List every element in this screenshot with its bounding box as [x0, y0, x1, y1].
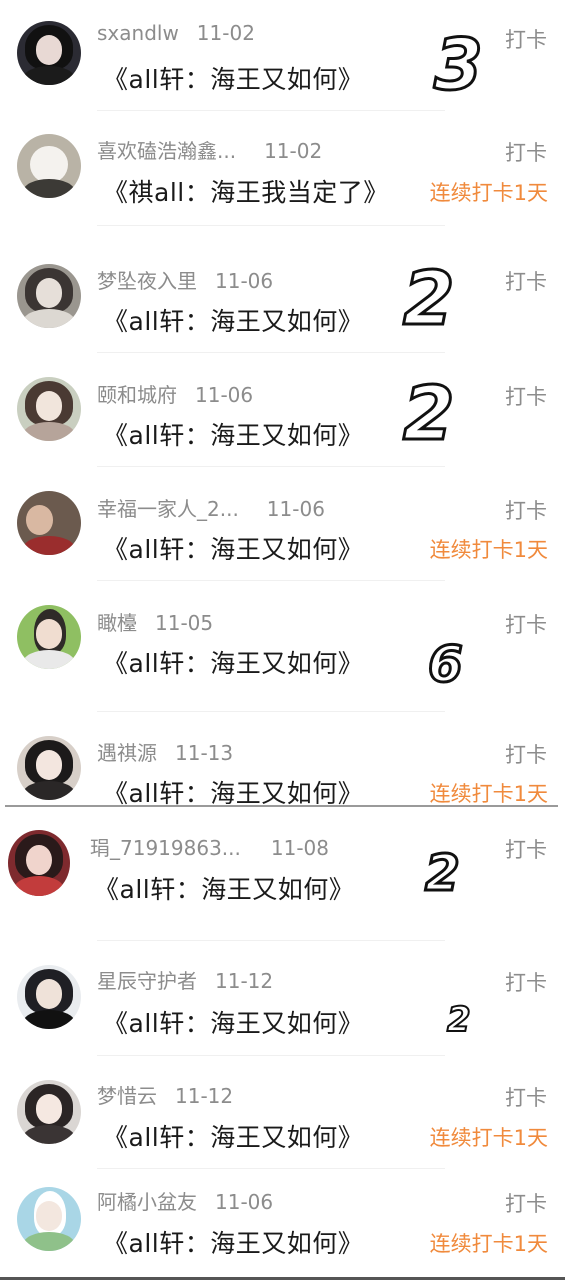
checkin-label[interactable]: 打卡 — [505, 24, 547, 54]
checkin-label[interactable]: 打卡 — [505, 967, 547, 997]
list-item[interactable]: 阿橘小盆友 11-06 《all轩：海王又如何》 打卡 连续打卡1天 — [0, 1170, 565, 1277]
book-title[interactable]: 《all轩：海王又如何》 — [103, 416, 363, 452]
avatar[interactable] — [17, 605, 81, 669]
list-item[interactable]: 星辰守护者 11-12 《all轩：海王又如何》 打卡 2 — [0, 943, 565, 1058]
list-item[interactable]: sxandlw 11-02 《all轩：海王又如何》 打卡 3 — [0, 0, 565, 113]
book-title[interactable]: 《all轩：海王又如何》 — [103, 1004, 363, 1040]
count-sticker: 2 — [402, 256, 456, 342]
section-divider — [5, 805, 558, 807]
row-divider — [97, 940, 445, 941]
list-item[interactable]: 幸福一家人_2... 11-06 《all轩：海王又如何》 打卡 连续打卡1天 — [0, 469, 565, 583]
avatar[interactable] — [17, 736, 81, 800]
avatar[interactable] — [17, 491, 81, 555]
list-item[interactable]: 梦坠夜入里 11-06 《all轩：海王又如何》 打卡 2 — [0, 240, 565, 355]
post-date: 11-02 — [196, 21, 255, 45]
row-divider — [97, 1168, 445, 1169]
list-item[interactable]: 瞰檯 11-05 《all轩：海王又如何》 打卡 6 — [0, 583, 565, 713]
post-date: 11-06 — [215, 1190, 274, 1214]
book-title[interactable]: 《all轩：海王又如何》 — [103, 644, 363, 680]
checkin-label[interactable]: 打卡 — [505, 137, 547, 167]
username: 琄_71919863... — [90, 836, 241, 860]
streak-badge: 连续打卡1天 — [429, 782, 548, 806]
avatar[interactable] — [17, 965, 81, 1029]
checkin-label[interactable]: 打卡 — [505, 739, 547, 769]
checkin-label[interactable]: 打卡 — [505, 1188, 547, 1218]
checkin-label[interactable]: 打卡 — [505, 495, 547, 525]
checkin-label[interactable]: 打卡 — [505, 834, 547, 864]
row-divider — [97, 580, 445, 581]
post-date: 11-06 — [215, 269, 274, 293]
post-date: 11-06 — [266, 497, 325, 521]
count-sticker: 2 — [424, 844, 462, 902]
username: 幸福一家人_2... — [97, 497, 239, 521]
post-date: 11-05 — [155, 611, 214, 635]
username: 梦惜云 — [97, 1084, 157, 1108]
username: 喜欢磕浩瀚鑫... — [97, 139, 237, 163]
avatar[interactable] — [17, 134, 81, 198]
post-date: 11-12 — [215, 969, 274, 993]
checkin-label[interactable]: 打卡 — [505, 266, 547, 296]
row-divider — [97, 352, 445, 353]
username: sxandlw — [97, 21, 179, 45]
streak-badge: 连续打卡1天 — [429, 1126, 548, 1150]
book-title[interactable]: 《all轩：海王又如何》 — [103, 302, 363, 338]
username: 阿橘小盆友 — [97, 1190, 197, 1214]
row-divider — [97, 466, 445, 467]
streak-badge: 连续打卡1天 — [429, 538, 548, 562]
list-item[interactable]: 颐和城府 11-06 《all轩：海王又如何》 打卡 2 — [0, 355, 565, 469]
count-sticker: 2 — [402, 371, 456, 457]
avatar[interactable] — [17, 1080, 81, 1144]
avatar[interactable] — [17, 264, 81, 328]
streak-badge: 连续打卡1天 — [429, 1232, 548, 1256]
checkin-label[interactable]: 打卡 — [505, 1082, 547, 1112]
list-item[interactable]: 琄_71919863... 11-08 《all轩：海王又如何》 打卡 2 — [0, 808, 565, 943]
book-title[interactable]: 《all轩：海王又如何》 — [103, 1224, 363, 1260]
list-item[interactable]: 喜欢磕浩瀚鑫... 11-02 《祺all：海王我当定了》 打卡 连续打卡1天 — [0, 113, 565, 226]
username: 遇祺源 — [97, 741, 157, 765]
checkin-label[interactable]: 打卡 — [505, 381, 547, 411]
username: 瞰檯 — [97, 611, 137, 635]
username: 星辰守护者 — [97, 969, 197, 993]
book-title[interactable]: 《all轩：海王又如何》 — [103, 1118, 363, 1154]
post-date: 11-13 — [175, 741, 234, 765]
post-date: 11-06 — [195, 383, 254, 407]
post-date: 11-02 — [264, 139, 323, 163]
row-divider — [97, 1055, 445, 1056]
row-divider — [97, 711, 445, 712]
book-title[interactable]: 《祺all：海王我当定了》 — [103, 173, 389, 209]
row-divider — [97, 110, 445, 111]
count-sticker: 6 — [427, 635, 465, 693]
avatar[interactable] — [17, 377, 81, 441]
streak-badge: 连续打卡1天 — [429, 181, 548, 205]
post-date: 11-12 — [175, 1084, 234, 1108]
avatar[interactable] — [17, 1187, 81, 1251]
book-title[interactable]: 《all轩：海王又如何》 — [103, 60, 363, 96]
row-divider — [97, 225, 445, 226]
count-sticker: 2 — [446, 1000, 472, 1040]
count-sticker: 3 — [433, 24, 485, 106]
post-date: 11-08 — [270, 836, 329, 860]
username: 梦坠夜入里 — [97, 269, 197, 293]
list-item[interactable]: 梦惜云 11-12 《all轩：海王又如何》 打卡 连续打卡1天 — [0, 1058, 565, 1170]
checkin-label[interactable]: 打卡 — [505, 609, 547, 639]
book-title[interactable]: 《all轩：海王又如何》 — [103, 530, 363, 566]
username: 颐和城府 — [97, 383, 177, 407]
book-title[interactable]: 《all轩：海王又如何》 — [94, 870, 354, 906]
list-item[interactable]: 遇祺源 11-13 《all轩：海王又如何》 打卡 连续打卡1天 — [0, 713, 565, 808]
avatar[interactable] — [17, 21, 81, 85]
avatar[interactable] — [8, 830, 70, 896]
